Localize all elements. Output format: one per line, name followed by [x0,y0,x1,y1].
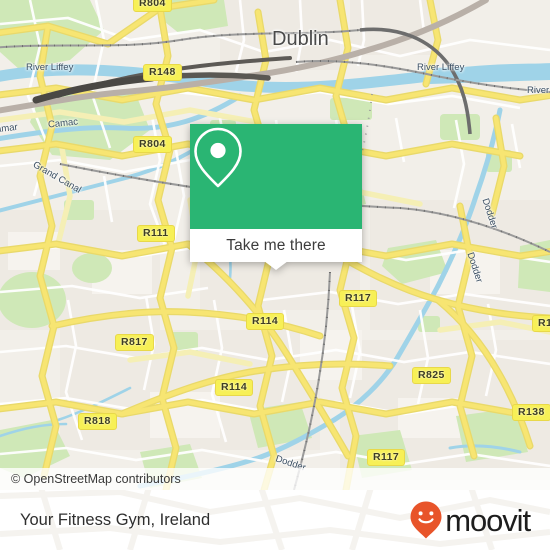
water-label: River Liffey [417,62,465,73]
road-shield[interactable]: R117 [367,449,406,466]
map-canvas[interactable]: Dublin River Liffey River Liffey River C… [0,0,550,490]
road-shield[interactable]: R804 [133,0,172,12]
destination-popup-card[interactable]: Take me there [190,124,362,270]
moovit-logo[interactable]: moovit [409,500,550,540]
map-attribution-bar: © OpenStreetMap contributors [0,468,550,490]
water-label: amar [0,121,19,136]
footer-bar: Your Fitness Gym, Ireland moovit [0,490,550,550]
popup-pointer-tail [264,261,288,270]
take-me-there-label: Take me there [226,236,326,254]
page-title: Your Fitness Gym, Ireland [20,510,211,529]
water-label: River [527,85,550,96]
road-shield[interactable]: R825 [412,367,451,384]
popup-icon-panel [190,124,362,229]
moovit-pin-icon [410,501,442,539]
place-label-dublin: Dublin [272,28,329,50]
road-shield[interactable]: R1 [532,315,550,332]
road-shield[interactable]: R114 [215,379,254,396]
attribution-text[interactable]: © OpenStreetMap contributors [0,472,181,486]
road-shield[interactable]: R138 [512,404,550,421]
road-shield[interactable]: R117 [339,290,378,307]
take-me-there-button[interactable]: Take me there [190,229,362,262]
road-shield[interactable]: R817 [115,334,154,351]
road-shield[interactable]: R804 [133,136,172,153]
map-screenshot-root: Dublin River Liffey River Liffey River C… [0,0,550,550]
water-label: River Liffey [26,62,74,73]
road-shield[interactable]: R148 [143,64,182,81]
moovit-wordmark: moovit [445,502,531,538]
map-pin-icon [194,127,242,188]
road-shield[interactable]: R114 [246,313,285,330]
road-shield[interactable]: R818 [78,413,117,430]
road-shield[interactable]: R111 [137,225,175,242]
